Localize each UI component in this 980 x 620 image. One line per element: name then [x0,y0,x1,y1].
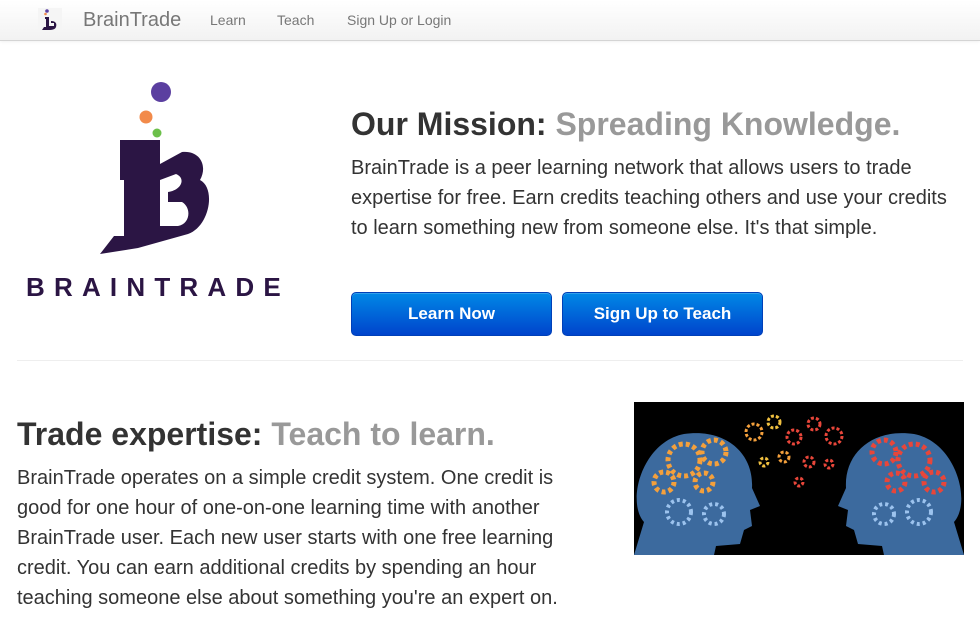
trade-title: Trade expertise: Teach to learn. [17,414,495,454]
logo-glyph [100,140,210,254]
logo-dot-orange [139,110,153,124]
logo-dot-green [152,128,162,138]
mission-description: BrainTrade is a peer learning network th… [351,157,947,239]
logo-wordmark: BRAINTRADE [26,272,290,302]
nav-teach-link[interactable]: Teach [277,11,314,29]
nav-signup-login-link[interactable]: Sign Up or Login [347,11,451,29]
mission-title: Our Mission: Spreading Knowledge. [351,104,900,144]
trade-description: BrainTrade operates on a simple credit s… [17,467,558,609]
nav-learn-link[interactable]: Learn [210,11,246,29]
section-divider [17,360,963,361]
trade-title-strong: Trade expertise: [17,416,263,452]
trade-title-muted: Teach to learn. [271,416,495,452]
sign-up-to-teach-button[interactable]: Sign Up to Teach [562,292,763,336]
logo-dot-purple [151,82,171,102]
top-navbar: BrainTrade Learn Teach Sign Up or Login [0,0,980,41]
gear-heads-image [634,402,964,555]
brand-name[interactable]: BrainTrade [83,8,181,32]
braintrade-logo-icon[interactable] [38,8,62,32]
braintrade-hero-logo [100,82,210,254]
learn-now-button[interactable]: Learn Now [351,292,552,336]
mission-title-muted: Spreading Knowledge. [555,106,901,142]
mission-title-strong: Our Mission: [351,106,547,142]
